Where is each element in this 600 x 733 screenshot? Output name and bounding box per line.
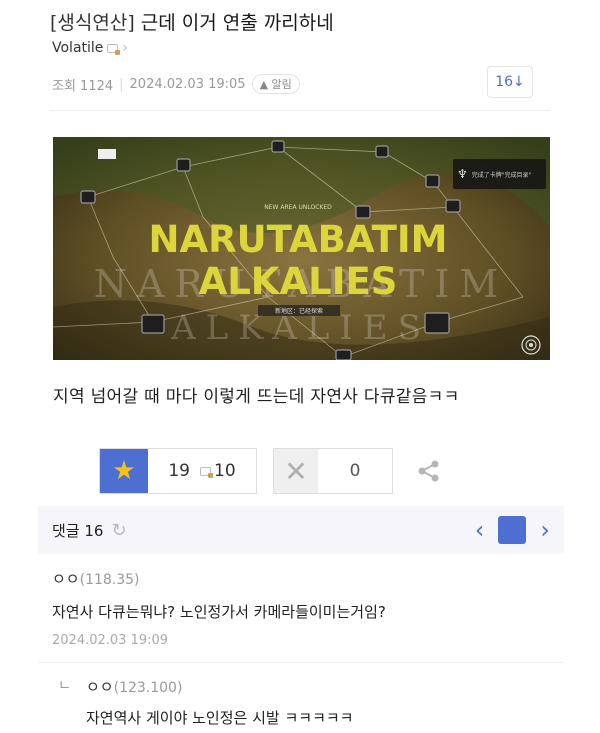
post-body: 지역 넘어갈 때 마다 이렇게 뜨는데 자연사 다큐같음ㅋㅋ — [53, 387, 460, 407]
post-category-tag: [생식연산] — [50, 12, 135, 34]
game-screenshot-image: NARUTABATIM ALKALIES NEW AREA UNLOCKED N… — [53, 137, 550, 360]
author-row[interactable]: Volatile › — [52, 40, 128, 56]
comment-divider — [38, 662, 564, 663]
post-meta: 조회 1124 | 2024.02.03 19:05 ▲ 알림 — [52, 74, 300, 94]
banner-sub-label: 新地区：已经探索 — [275, 307, 323, 315]
bell-icon: ▲ — [259, 78, 269, 91]
comment-2-ip: (123.100) — [113, 680, 183, 696]
comment-1-header: ㅇㅇ(118.35) — [52, 568, 140, 589]
bookmark-icon — [200, 466, 213, 478]
author-name[interactable]: Volatile — [52, 40, 103, 56]
comment-2-header: ㅇㅇ(123.100) — [86, 676, 182, 697]
like-group: ★ 19 10 — [99, 448, 257, 494]
x-icon: ✕ — [284, 454, 308, 488]
bookmark-count: 10 — [214, 461, 236, 481]
like-count: 19 — [168, 461, 190, 481]
achievement-text: 完成了卡牌"完成目录" — [471, 171, 532, 179]
comment-header-bar: 댓글 16 ↻ ‹ › — [38, 506, 564, 554]
banner-small-label: NEW AREA UNLOCKED — [264, 204, 332, 211]
comment-1-date: 2024.02.03 19:09 — [52, 633, 169, 648]
dislike-group: ✕ 0 — [273, 448, 393, 494]
like-button[interactable]: ★ — [100, 449, 148, 493]
reply-mark: ㄴ — [58, 678, 71, 694]
share-icon — [418, 460, 439, 482]
dislike-button[interactable]: ✕ — [274, 449, 318, 493]
chevron-right-icon[interactable]: › — [540, 518, 550, 542]
comment-1-ip: (118.35) — [79, 572, 140, 588]
post-date: 2024.02.03 19:05 — [129, 76, 246, 92]
star-icon: ★ — [112, 456, 136, 486]
refresh-icon[interactable]: ↻ — [111, 520, 126, 541]
like-info: 19 10 — [148, 449, 256, 493]
share-button[interactable] — [409, 449, 449, 493]
dislike-count: 0 — [349, 461, 361, 481]
comment-label-wrap: 댓글 16 ↻ — [52, 520, 127, 541]
view-count: 조회 1124 — [52, 78, 114, 94]
header-divider — [50, 110, 550, 111]
page-indicator[interactable] — [498, 516, 527, 544]
post-title: [생식연산] 근데 이거 연출 까리하네 — [50, 8, 334, 35]
comment-2-author[interactable]: ㅇㅇ — [86, 678, 114, 696]
trophy-icon: ♆ — [457, 167, 468, 181]
comment-count-label: 댓글 16 — [52, 521, 104, 540]
post-title-text: 근데 이거 연출 까리하네 — [140, 12, 334, 34]
comment-2-text: 자연역사 게이야 노인정은 시발 ㅋㅋㅋㅋㅋ — [86, 709, 354, 727]
meta-divider: | — [119, 76, 124, 92]
comment-count-button[interactable]: 16↓ — [487, 66, 533, 98]
alarm-label: 알림 — [271, 78, 292, 91]
chevron-right-icon: › — [122, 40, 129, 56]
comment-1-text: 자연사 다큐는뭐냐? 노인정가서 카메라들이미는거임? — [52, 603, 386, 621]
alarm-button[interactable]: ▲ 알림 — [251, 74, 300, 94]
achievement-toast: ♆ 完成了卡牌"完成目录" — [453, 159, 546, 189]
comment-pager: ‹ › — [475, 516, 550, 544]
reaction-bar: ★ 19 10 ✕ 0 — [99, 448, 449, 494]
banner-headline-1: NARUTABATIM — [149, 218, 448, 261]
comment-1-author[interactable]: ㅇㅇ — [52, 570, 80, 588]
banner-headline-2: ALKALIES — [199, 260, 398, 303]
bookmark-count-wrap: 10 — [200, 461, 236, 481]
notebook-icon — [107, 43, 121, 55]
chevron-left-icon[interactable]: ‹ — [475, 518, 485, 542]
